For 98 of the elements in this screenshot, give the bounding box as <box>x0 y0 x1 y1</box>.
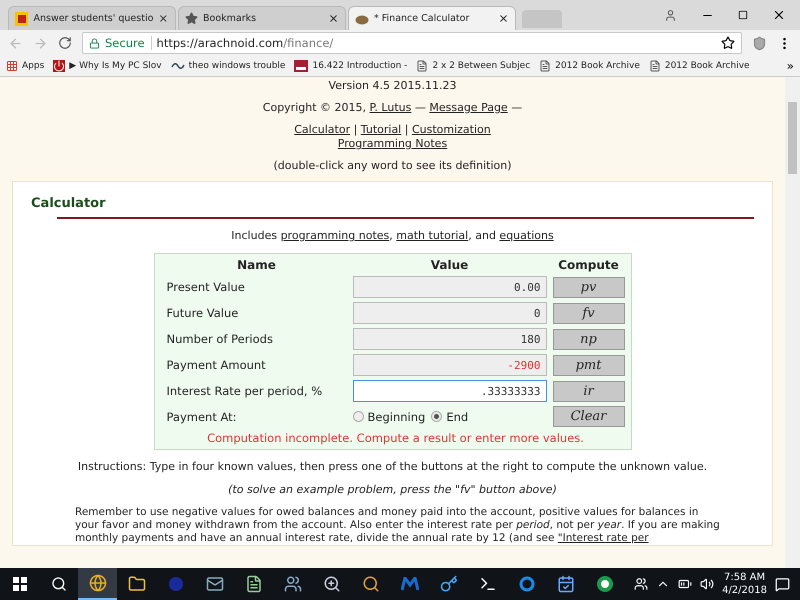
user-icon[interactable] <box>664 8 677 22</box>
field-label: Payment At: <box>166 410 238 424</box>
includes-line: Includes programming notes, math tutorial, and equations <box>231 229 554 243</box>
close-icon[interactable] <box>158 13 169 24</box>
section-title: Calculator <box>31 196 106 211</box>
compute-button[interactable]: ir <box>552 380 624 402</box>
link[interactable]: P. Lutus <box>370 101 412 114</box>
compute-button[interactable]: fv <box>552 302 624 324</box>
link[interactable]: Programming Notes <box>338 137 448 150</box>
bookmark-item[interactable]: theo windows trouble <box>170 61 286 71</box>
clock[interactable]: 7:58 AM 4/2/2018 <box>722 571 767 597</box>
document-icon[interactable] <box>244 575 262 593</box>
clear-button[interactable]: Clear <box>552 406 624 427</box>
lock-icon <box>89 38 100 48</box>
value-field[interactable]: 0 <box>352 302 546 324</box>
shield-icon[interactable] <box>752 36 767 50</box>
instructions-text: Instructions: Type in four known values, then press one of the buttons at the right to compute the unknown value. <box>78 460 708 473</box>
folder-icon[interactable] <box>128 575 146 593</box>
radio-option[interactable]: Beginning <box>352 410 426 424</box>
search-icon[interactable] <box>50 576 66 592</box>
battery-icon[interactable] <box>678 577 692 591</box>
value-field[interactable]: 0.00 <box>352 276 546 298</box>
link[interactable]: equations <box>499 229 554 242</box>
bookmark-item[interactable]: 2012 Book Archive <box>539 60 640 72</box>
mail-icon[interactable] <box>206 575 224 593</box>
grid-icon <box>6 60 18 72</box>
bookmark-item[interactable]: 2 x 2 Between Subjec <box>416 60 530 72</box>
value-field[interactable]: .33333333 <box>352 380 546 402</box>
field-label: Number of Periods <box>166 332 274 346</box>
logo-icon <box>15 12 28 26</box>
browser-tab[interactable]: Answer students' questio <box>8 6 176 30</box>
url-path: /finance/ <box>283 36 334 50</box>
compute-button[interactable]: pmt <box>552 354 624 376</box>
link[interactable]: Calculator <box>294 123 350 136</box>
radio-icon[interactable] <box>431 411 442 422</box>
status-message: Computation incomplete. Compute a result or enter more values. <box>206 431 585 445</box>
browser-icon[interactable] <box>88 574 106 592</box>
bookmark-item[interactable]: ▶ Why Is My PC Slov <box>53 60 162 72</box>
scroll-thumb[interactable] <box>788 102 797 174</box>
secure-label: Secure <box>105 36 152 50</box>
calendar-icon[interactable] <box>556 575 574 593</box>
overflow-chevron[interactable]: » <box>786 59 794 73</box>
terminal-icon[interactable] <box>478 575 496 593</box>
link[interactable]: math tutorial <box>396 229 468 242</box>
bookmark-item[interactable]: 16.422 Introduction - <box>294 60 408 72</box>
link[interactable]: Message Page <box>429 101 508 114</box>
bookmark-item[interactable]: Apps <box>6 60 44 72</box>
close-icon[interactable] <box>772 8 786 22</box>
field-label: Future Value <box>166 306 240 320</box>
instructions-paragraph: Remember to use negative values for owed balances and money paid into the account, positive values for balances in your favor and money withdrawn from the account. Also enter the interest rate per period, not per year. If you are making monthly payments and have an annual interest rate, divide the annual rate by 12 (and see "Interest rate per <box>74 506 721 545</box>
example-note: (to solve an example problem, press the "fv" button above) <box>228 483 557 496</box>
field-label: Interest Rate per period, % <box>166 384 324 398</box>
page-icon <box>539 60 552 72</box>
browser-tab[interactable]: Bookmarks <box>178 6 346 30</box>
compute-button[interactable]: pv <box>552 276 624 298</box>
speaker-icon[interactable] <box>700 577 714 591</box>
version-text: Version 4.5 2015.11.23 <box>328 79 456 93</box>
link[interactable]: Tutorial <box>360 123 402 136</box>
radio-icon[interactable] <box>352 411 364 422</box>
page-icon <box>648 60 661 72</box>
value-field[interactable]: 180 <box>352 328 546 350</box>
address-bar[interactable]: Secure https://arachnoid.com/finance/ <box>82 32 742 54</box>
letter-m-icon[interactable] <box>400 577 418 591</box>
people-icon[interactable] <box>634 577 648 591</box>
field-label: Present Value <box>166 280 246 294</box>
link[interactable]: Customization <box>412 123 491 136</box>
value-field[interactable]: -2900 <box>352 354 546 376</box>
browser-tab[interactable]: * Finance Calculator <box>348 6 516 30</box>
link[interactable]: "Interest rate per <box>558 532 649 544</box>
wave-icon <box>170 61 185 71</box>
column-header: Name <box>236 258 277 272</box>
column-header: Value <box>430 258 470 272</box>
power-icon <box>53 60 66 72</box>
close-icon[interactable] <box>328 13 339 24</box>
copyright-line: Copyright © 2015, P. Lutus — Message Page — <box>262 101 522 115</box>
field-label: Payment Amount <box>166 358 267 372</box>
url-text: https://arachnoid.com <box>156 36 284 50</box>
close-icon[interactable] <box>498 13 509 24</box>
people-icon[interactable] <box>284 575 302 593</box>
radio-option[interactable]: End <box>431 410 468 424</box>
bookmark-item[interactable]: 2012 Book Archive <box>648 60 750 72</box>
logo-icon <box>294 60 308 72</box>
hint-text: (double-click any word to see its definition) <box>273 159 512 173</box>
star-icon <box>185 12 198 25</box>
scrollbar[interactable] <box>785 77 800 568</box>
page-icon <box>416 60 428 72</box>
link[interactable]: programming notes <box>280 229 390 242</box>
magnifier-icon[interactable] <box>322 575 340 593</box>
magnifier-icon[interactable] <box>362 575 380 593</box>
reload-icon[interactable] <box>58 36 72 50</box>
column-header: Compute <box>557 258 620 272</box>
nav-links: Calculator | Tutorial | Customization Programming Notes <box>294 123 491 151</box>
key-icon[interactable] <box>440 575 458 593</box>
compute-button[interactable]: np <box>552 328 624 350</box>
bookmark-star-icon[interactable] <box>721 36 735 50</box>
notification-icon[interactable] <box>775 576 790 592</box>
windows-icon <box>12 577 26 591</box>
restore-icon[interactable] <box>738 10 748 20</box>
